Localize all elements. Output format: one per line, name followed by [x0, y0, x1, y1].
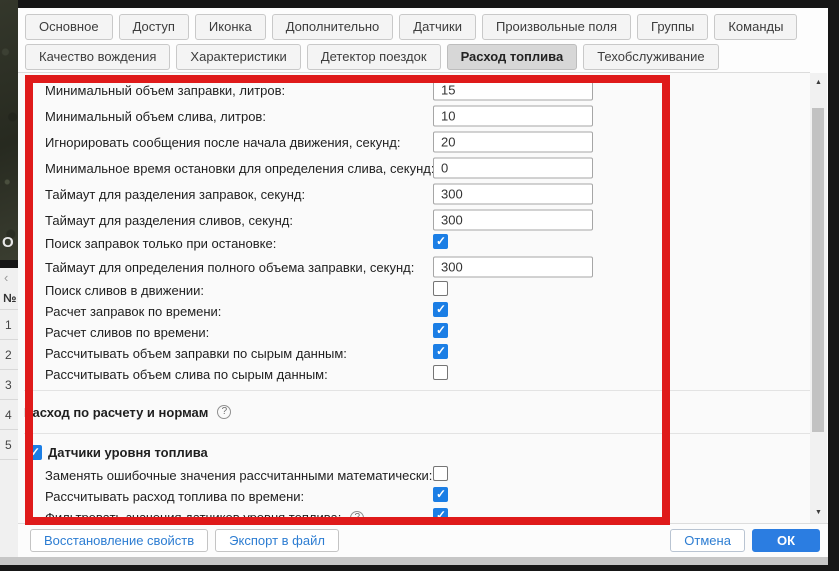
scroll-down-icon[interactable]: ▼	[810, 505, 827, 521]
tab-access[interactable]: Доступ	[119, 14, 189, 40]
min-fill-volume-row: Минимальный объем заправки, литров:	[18, 77, 810, 103]
time-based-drain-calc-row: Расчет сливов по времени:	[18, 322, 810, 343]
filter-fuel-level-values-checkbox[interactable]	[433, 508, 448, 523]
time-based-consumption-label: Рассчитывать расход топлива по времени:	[45, 489, 304, 504]
find-drains-in-motion-checkbox[interactable]	[433, 281, 448, 296]
time-based-fill-calc-checkbox[interactable]	[433, 302, 448, 317]
raw-data-fill-volume-label: Рассчитывать объем заправки по сырым дан…	[45, 346, 347, 361]
dialog-footer: Восстановление свойств Экспорт в файл От…	[18, 523, 828, 557]
time-based-fill-calc-row: Расчет заправок по времени:	[18, 301, 810, 322]
background-unit-list: ‹ № 12345	[0, 268, 18, 557]
drain-separation-timeout-row: Таймаут для разделения сливов, секунд:	[18, 207, 810, 233]
min-drain-volume-label: Минимальный объем слива, литров:	[45, 109, 266, 124]
min-drain-volume-input[interactable]	[433, 106, 593, 127]
filter-fuel-level-values-row: Фильтровать значения датчиков уровня топ…	[18, 507, 810, 523]
list-row-number: 3	[0, 370, 18, 400]
drain-separation-timeout-input[interactable]	[433, 210, 593, 231]
fill-separation-timeout-input[interactable]	[433, 184, 593, 205]
map-place-label: О	[2, 234, 14, 251]
list-number-header: №	[0, 288, 18, 310]
full-fill-volume-timeout-input[interactable]	[433, 257, 593, 278]
section-divider	[24, 390, 810, 391]
tab-icon[interactable]: Иконка	[195, 14, 266, 40]
find-fills-only-on-stop-checkbox[interactable]	[433, 234, 448, 249]
tab-trip-detector[interactable]: Детектор поездок	[307, 44, 441, 70]
find-fills-only-on-stop-label: Поиск заправок только при остановке:	[45, 236, 276, 251]
fuel-consumption-form: Минимальный объем заправки, литров: Миним…	[18, 72, 810, 523]
replace-invalid-values-label: Заменять ошибочные значения рассчитанным…	[45, 468, 432, 483]
tab-commands[interactable]: Команды	[714, 14, 797, 40]
help-icon[interactable]: ?	[350, 511, 364, 524]
help-icon[interactable]: ?	[217, 405, 231, 419]
tab-sensors[interactable]: Датчики	[399, 14, 476, 40]
min-stop-time-for-drain-label: Минимальное время остановки для определе…	[45, 161, 434, 176]
tab-advanced[interactable]: Дополнительно	[272, 14, 394, 40]
tab-groups[interactable]: Группы	[637, 14, 708, 40]
ok-button[interactable]: ОК	[752, 529, 820, 552]
min-stop-time-for-drain-row: Минимальное время остановки для определе…	[18, 155, 810, 181]
fill-separation-timeout-row: Таймаут для разделения заправок, секунд:	[18, 181, 810, 207]
chevron-left-icon: ‹	[0, 268, 18, 288]
raw-data-drain-volume-checkbox[interactable]	[433, 365, 448, 380]
find-drains-in-motion-row: Поиск сливов в движении:	[18, 280, 810, 301]
find-fills-only-on-stop-row: Поиск заправок только при остановке:	[18, 233, 810, 254]
tab-fuel-consumption[interactable]: Расход топлива	[447, 44, 578, 70]
tab-main[interactable]: Основное	[25, 14, 113, 40]
dialog-bottom-edge	[0, 557, 828, 565]
fuel-level-sensors-group-checkbox[interactable]	[27, 445, 42, 460]
tab-maintenance[interactable]: Техобслуживание	[583, 44, 718, 70]
list-row-number: 4	[0, 400, 18, 430]
section-divider	[24, 433, 810, 434]
scroll-up-icon[interactable]: ▲	[810, 75, 827, 91]
full-fill-volume-timeout-row: Таймаут для определения полного объема з…	[18, 254, 810, 280]
fuel-level-sensors-group-label: Датчики уровня топлива	[48, 445, 208, 460]
scrollbar[interactable]: ▲ ▼	[810, 73, 827, 523]
time-based-consumption-row: Рассчитывать расход топлива по времени:	[18, 486, 810, 507]
replace-invalid-values-row: Заменять ошибочные значения рассчитанным…	[18, 465, 810, 486]
full-fill-volume-timeout-label: Таймаут для определения полного объема з…	[45, 260, 414, 275]
ignore-messages-after-start-row: Игнорировать сообщения после начала движ…	[18, 129, 810, 155]
consumption-math-rates-section-label: Расход по расчету и нормам	[24, 405, 208, 420]
tab-row-2: Качество вожденияХарактеристики Детектор …	[25, 44, 719, 70]
time-based-consumption-checkbox[interactable]	[433, 487, 448, 502]
tab-row-1: ОсновноеДоступИконкаДополнительноДатчики…	[25, 14, 797, 40]
tab-custom-fields[interactable]: Произвольные поля	[482, 14, 631, 40]
cancel-button[interactable]: Отмена	[670, 529, 745, 552]
drain-separation-timeout-label: Таймаут для разделения сливов, секунд:	[45, 213, 293, 228]
unit-properties-dialog: ОсновноеДоступИконкаДополнительноДатчики…	[18, 8, 828, 557]
tab-eco-driving[interactable]: Качество вождения	[25, 44, 170, 70]
ignore-messages-after-start-input[interactable]	[433, 132, 593, 153]
min-fill-volume-input[interactable]	[433, 80, 593, 101]
ignore-messages-after-start-label: Игнорировать сообщения после начала движ…	[45, 135, 401, 150]
min-stop-time-for-drain-input[interactable]	[433, 158, 593, 179]
min-drain-volume-row: Минимальный объем слива, литров:	[18, 103, 810, 129]
consumption-math-rates-section-row: Расход по расчету и нормам?	[18, 396, 810, 428]
list-numbers: 12345	[0, 310, 18, 460]
raw-data-drain-volume-label: Рассчитывать объем слива по сырым данным…	[45, 367, 328, 382]
filter-fuel-level-values-label: Фильтровать значения датчиков уровня топ…	[45, 510, 341, 523]
list-row-number: 5	[0, 430, 18, 460]
time-based-drain-calc-label: Расчет сливов по времени:	[45, 325, 209, 340]
fuel-level-sensors-group-row: Датчики уровня топлива	[18, 439, 810, 465]
scrollbar-thumb[interactable]	[812, 108, 824, 432]
restore-properties-button[interactable]: Восстановление свойств	[30, 529, 208, 552]
time-based-drain-calc-checkbox[interactable]	[433, 323, 448, 338]
background-map: О	[0, 0, 18, 260]
time-based-fill-calc-label: Расчет заправок по времени:	[45, 304, 221, 319]
export-to-file-button[interactable]: Экспорт в файл	[215, 529, 339, 552]
raw-data-fill-volume-checkbox[interactable]	[433, 344, 448, 359]
footer-left-buttons: Восстановление свойств Экспорт в файл	[30, 529, 339, 552]
fill-separation-timeout-label: Таймаут для разделения заправок, секунд:	[45, 187, 305, 202]
raw-data-drain-volume-row: Рассчитывать объем слива по сырым данным…	[18, 364, 810, 385]
list-row-number: 1	[0, 310, 18, 340]
tab-profile[interactable]: Характеристики	[176, 44, 300, 70]
footer-right-buttons: Отмена ОК	[670, 529, 820, 552]
replace-invalid-values-checkbox[interactable]	[433, 466, 448, 481]
raw-data-fill-volume-row: Рассчитывать объем заправки по сырым дан…	[18, 343, 810, 364]
list-row-number: 2	[0, 340, 18, 370]
find-drains-in-motion-label: Поиск сливов в движении:	[45, 283, 204, 298]
min-fill-volume-label: Минимальный объем заправки, литров:	[45, 83, 285, 98]
